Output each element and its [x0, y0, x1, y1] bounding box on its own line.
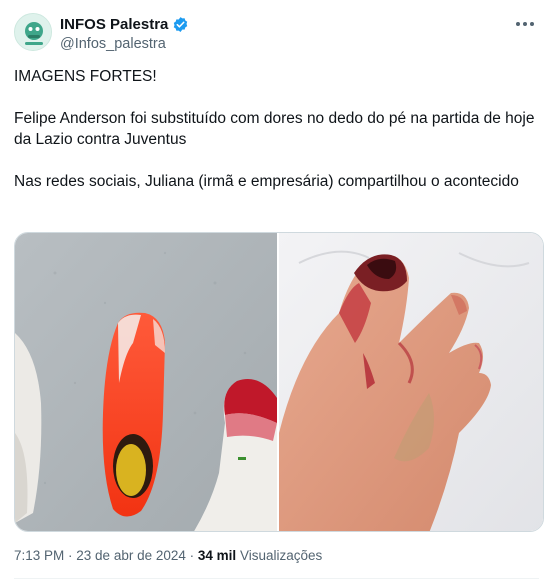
media-photo-toe[interactable] [279, 233, 543, 531]
account-names: INFOS Palestra @Infos_palestra [60, 14, 189, 52]
more-options-button[interactable] [513, 14, 537, 34]
tweet-paragraph: Felipe Anderson foi substituído com dore… [14, 110, 535, 148]
meta-separator: · [64, 548, 77, 563]
tweet-text: IMAGENS FORTES! Felipe Anderson foi subs… [14, 66, 539, 213]
display-name[interactable]: INFOS Palestra [60, 16, 168, 33]
views-label: Visualizações [239, 548, 323, 563]
tweet-date[interactable]: 23 de abr de 2024 [76, 548, 186, 563]
tweet-meta: 7:13 PM · 23 de abr de 2024 · 34 mil Vis… [14, 548, 322, 563]
tweet-paragraph: Nas redes sociais, Juliana (irmã e empre… [14, 173, 519, 190]
tweet-header: INFOS Palestra @Infos_palestra [14, 12, 539, 56]
palestra-logo-icon [15, 14, 51, 50]
tweet-time[interactable]: 7:13 PM [14, 548, 64, 563]
account-avatar[interactable] [14, 13, 52, 51]
tweet-paragraph: IMAGENS FORTES! [14, 68, 157, 85]
divider [14, 578, 539, 579]
views-count: 34 mil [197, 548, 237, 563]
display-name-row: INFOS Palestra [60, 14, 189, 34]
tweet-media-grid [14, 232, 544, 532]
verified-badge-icon[interactable] [172, 16, 189, 33]
media-photo-boots[interactable] [15, 233, 279, 531]
more-options-icon [516, 22, 534, 26]
meta-separator: · [185, 548, 198, 563]
account-handle[interactable]: @Infos_palestra [60, 36, 189, 52]
injured-toe-photo [279, 233, 543, 531]
boot-and-sock-photo [15, 233, 277, 531]
